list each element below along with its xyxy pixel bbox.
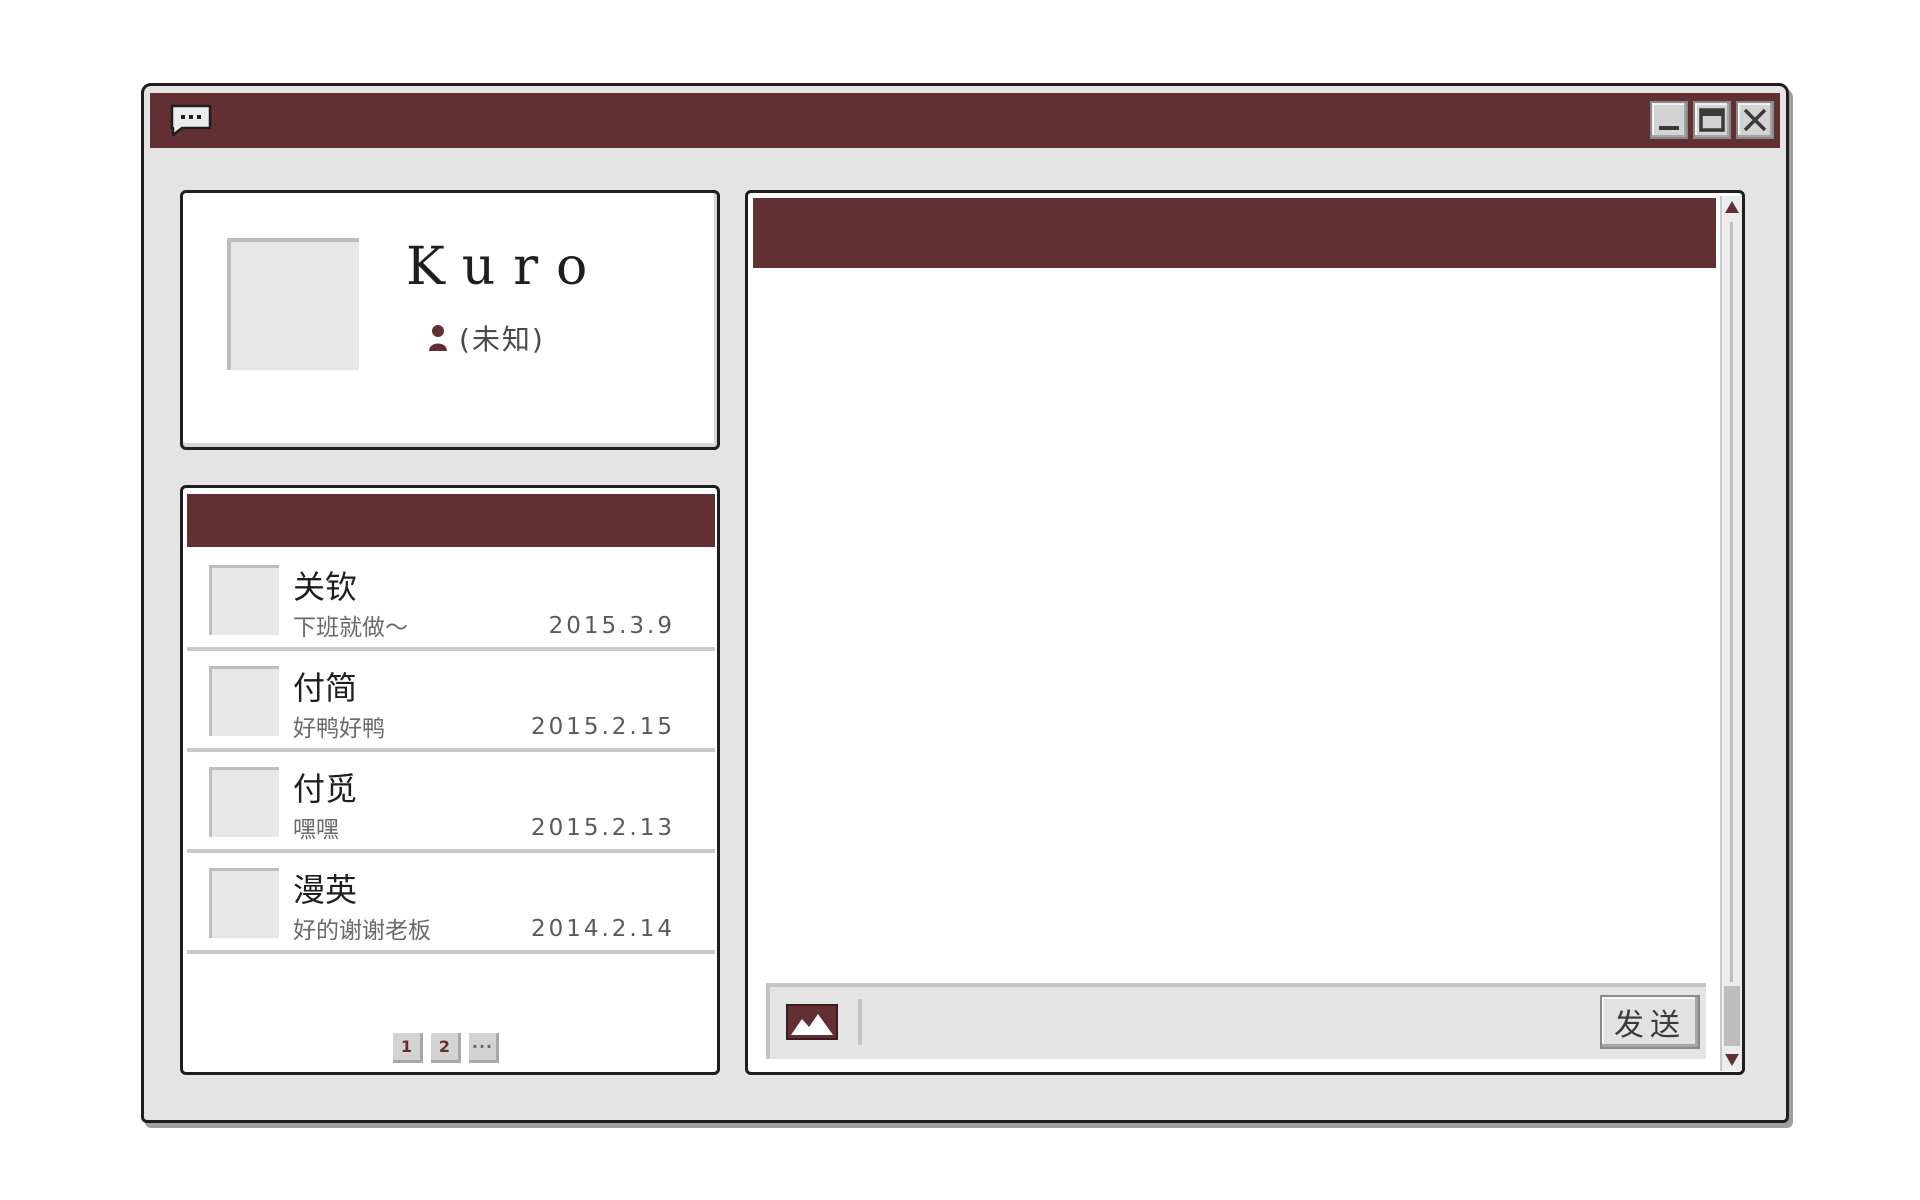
- contact-name: 付觅: [293, 770, 358, 808]
- scroll-track[interactable]: [1730, 222, 1733, 982]
- message-area[interactable]: [753, 268, 1716, 978]
- send-button[interactable]: 发送: [1600, 995, 1700, 1049]
- page-1-button[interactable]: 1: [393, 1033, 423, 1063]
- scroll-up-button[interactable]: [1723, 198, 1741, 216]
- minimize-button[interactable]: [1650, 101, 1688, 139]
- chat-scrollbar[interactable]: [1720, 196, 1742, 1071]
- page-2-button[interactable]: 2: [431, 1033, 461, 1063]
- profile-card: Kuro (未知): [180, 190, 720, 450]
- contact-avatar: [209, 767, 279, 837]
- close-button[interactable]: [1736, 101, 1774, 139]
- contact-avatar: [209, 666, 279, 736]
- maximize-icon: [1699, 108, 1725, 132]
- profile-gender: (未知): [427, 318, 545, 358]
- message-input-bar: 发送: [766, 983, 1706, 1059]
- contact-date: 2015.3.9: [548, 613, 675, 639]
- contact-item[interactable]: 付觅 嘿嘿 2015.2.13: [187, 752, 715, 853]
- contact-last-message: 好的谢谢老板: [293, 918, 431, 944]
- contact-list: 关钦 下班就做～ 2015.3.9 付简 好鸭好鸭 2015.2.15 付觅 嘿…: [187, 550, 715, 954]
- contacts-header: [187, 494, 715, 547]
- contact-date: 2014.2.14: [530, 916, 675, 942]
- contact-avatar: [209, 565, 279, 635]
- send-image-button[interactable]: [784, 1001, 840, 1043]
- image-icon: [786, 1004, 838, 1040]
- chat-panel: 发送: [745, 190, 1745, 1075]
- title-bar[interactable]: [150, 93, 1780, 148]
- contact-last-message: 下班就做～: [293, 615, 408, 641]
- contact-avatar: [209, 868, 279, 938]
- user-icon: [429, 325, 447, 351]
- minimize-icon: [1659, 126, 1679, 130]
- chat-header: [753, 198, 1716, 268]
- contact-name: 关钦: [293, 568, 358, 606]
- chat-bubble-icon: [170, 104, 212, 137]
- contacts-panel: 关钦 下班就做～ 2015.3.9 付简 好鸭好鸭 2015.2.15 付觅 嘿…: [180, 485, 720, 1075]
- contact-last-message: 嘿嘿: [293, 817, 339, 843]
- arrow-up-icon: [1725, 201, 1739, 213]
- contact-date: 2015.2.15: [530, 714, 675, 740]
- arrow-down-icon: [1725, 1054, 1739, 1066]
- close-icon: [1743, 108, 1767, 132]
- contact-date: 2015.2.13: [530, 815, 675, 841]
- contact-item[interactable]: 关钦 下班就做～ 2015.3.9: [187, 550, 715, 651]
- gender-label: (未知): [459, 323, 545, 356]
- maximize-button[interactable]: [1693, 101, 1731, 139]
- contact-item[interactable]: 付简 好鸭好鸭 2015.2.15: [187, 651, 715, 752]
- input-divider: [858, 999, 862, 1045]
- scroll-thumb[interactable]: [1724, 986, 1740, 1046]
- contact-item[interactable]: 漫英 好的谢谢老板 2014.2.14: [187, 853, 715, 954]
- message-input[interactable]: [870, 997, 1590, 1049]
- profile-avatar[interactable]: [227, 238, 359, 370]
- contact-last-message: 好鸭好鸭: [293, 716, 385, 742]
- pagination: 1 2 ···: [393, 1033, 499, 1063]
- contact-name: 付简: [293, 669, 358, 707]
- more-pages-button[interactable]: ···: [469, 1033, 499, 1063]
- contact-name: 漫英: [293, 871, 358, 909]
- profile-name: Kuro: [406, 237, 606, 297]
- scroll-down-button[interactable]: [1723, 1051, 1741, 1069]
